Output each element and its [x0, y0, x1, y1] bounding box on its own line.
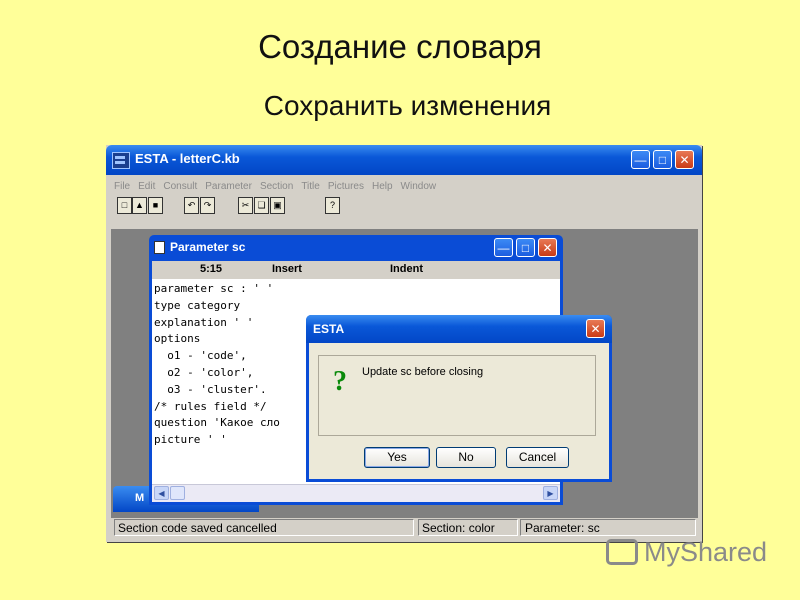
minimized-window-label: M [135, 492, 145, 504]
maximize-button[interactable]: □ [653, 150, 672, 169]
menu-section[interactable]: Section [256, 179, 297, 195]
undo-icon[interactable]: ↶ [184, 197, 199, 214]
paste-icon[interactable]: ▣ [270, 197, 285, 214]
indent-mode: Indent [390, 263, 423, 275]
help-icon[interactable]: ? [325, 197, 340, 214]
cancel-button[interactable]: Cancel [506, 447, 569, 468]
status-parameter: Parameter: sc [520, 519, 696, 536]
dialog-title: ESTA [313, 322, 345, 336]
code-line: parameter sc : ' ' [154, 282, 274, 295]
presentation-icon [606, 539, 638, 565]
code-line: type category [154, 298, 241, 312]
new-file-icon[interactable]: □ [117, 197, 132, 214]
status-section: Section: color [418, 519, 518, 536]
app-icon[interactable] [112, 152, 130, 169]
menu-window[interactable]: Window [397, 179, 441, 195]
child-minimize-button[interactable]: — [494, 238, 513, 257]
slide-subtitle: Сохранить изменения [263, 90, 552, 121]
insert-mode: Insert [272, 263, 302, 275]
scroll-thumb[interactable] [170, 486, 185, 500]
copy-icon[interactable]: ❏ [254, 197, 269, 214]
question-icon: ? [333, 366, 347, 397]
editor-status: 5:15 Insert Indent [152, 261, 560, 279]
statusbar: Section code saved cancelled Section: co… [111, 518, 698, 538]
dialog-close-button[interactable]: ✕ [586, 319, 605, 338]
confirm-dialog: ESTA ✕ ? Update sc before closing Yes No… [306, 315, 612, 482]
scroll-right-icon[interactable]: ▶ [543, 486, 558, 500]
child-titlebar[interactable]: Parameter sc — □ ✕ [149, 235, 563, 261]
cut-icon[interactable]: ✂ [238, 197, 253, 214]
dialog-body: ? Update sc before closing Yes No Cancel [309, 343, 609, 479]
watermark-text: MyShared [644, 537, 768, 567]
menu-parameter[interactable]: Parameter [201, 179, 256, 195]
save-icon[interactable]: ■ [148, 197, 163, 214]
document-icon [154, 241, 165, 254]
cursor-position: 5:15 [200, 263, 223, 275]
child-maximize-button[interactable]: □ [516, 238, 535, 257]
status-message: Section code saved cancelled [114, 519, 414, 536]
app-titlebar[interactable]: ESTA - letterC.kb — □ ✕ [106, 145, 702, 175]
slide-title: Создание словаря [258, 28, 542, 65]
menu-consult[interactable]: Consult [159, 179, 201, 195]
menubar: File Edit Consult Parameter Section Title Pict… [110, 176, 698, 192]
child-close-button[interactable]: ✕ [538, 238, 557, 257]
no-button[interactable]: No [436, 447, 496, 468]
dialog-titlebar[interactable]: ESTA ✕ [306, 315, 612, 343]
app-title: ESTA - letterC.kb [135, 151, 240, 166]
menu-title[interactable]: Title [297, 179, 324, 195]
menu-help[interactable]: Help [368, 179, 397, 195]
child-title: Parameter sc [170, 240, 246, 254]
menu-pictures[interactable]: Pictures [324, 179, 368, 195]
close-button[interactable]: ✕ [675, 150, 694, 169]
open-icon[interactable]: ▲ [132, 197, 147, 214]
redo-icon[interactable]: ↷ [200, 197, 215, 214]
horizontal-scrollbar[interactable]: ◀ ▶ [152, 484, 560, 502]
menu-file[interactable]: File [110, 179, 134, 195]
minimize-button[interactable]: — [631, 150, 650, 169]
dialog-message-frame: ? Update sc before closing [318, 355, 596, 436]
yes-button[interactable]: Yes [364, 447, 430, 468]
scroll-left-icon[interactable]: ◀ [154, 486, 169, 500]
dialog-message: Update sc before closing [362, 366, 484, 378]
menu-edit[interactable]: Edit [134, 179, 159, 195]
